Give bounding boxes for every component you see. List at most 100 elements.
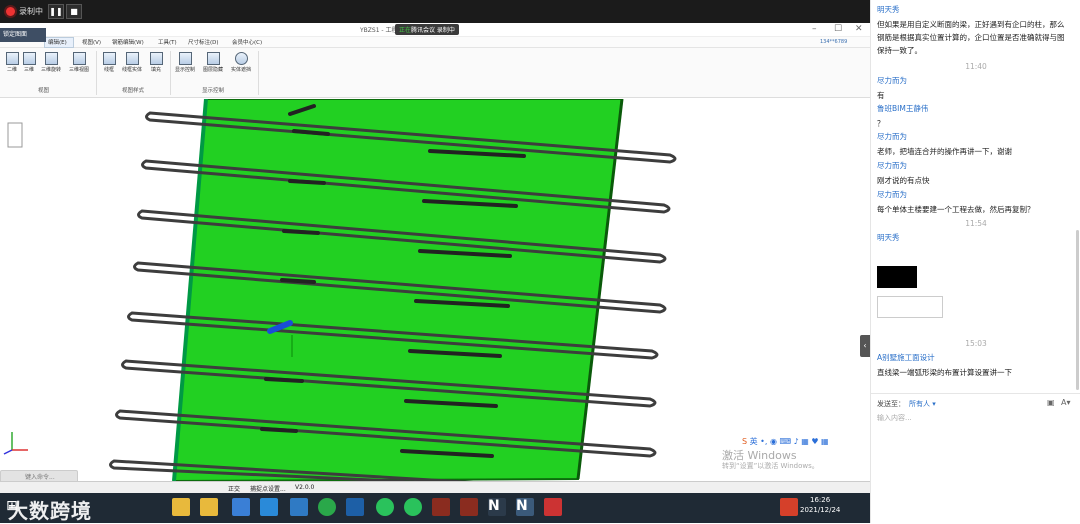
- menu-member-center[interactable]: 会员中心(C): [232, 38, 262, 46]
- browser-icon[interactable]: [318, 498, 336, 516]
- axis-gizmo-icon: [2, 426, 32, 458]
- layer-hide-button[interactable]: 图层隐藏: [202, 52, 224, 73]
- chat-image-thumbnail[interactable]: [877, 296, 943, 318]
- chat-composer: 发送至： 所有人 ▾ ▣ A▾ 输入内容...: [871, 393, 1080, 523]
- send-target-dropdown[interactable]: 所有人 ▾: [909, 399, 936, 409]
- recording-label: 录制中: [19, 7, 43, 16]
- wechat-icon[interactable]: [376, 498, 394, 516]
- chat-input[interactable]: 输入内容...: [877, 413, 912, 423]
- chat-scrollbar[interactable]: [1076, 230, 1079, 390]
- rebar-wall-model: [109, 99, 677, 493]
- ortho-mode[interactable]: 正交: [228, 484, 240, 493]
- view-3d-views-button[interactable]: 三维视图: [68, 52, 90, 73]
- menu-dimension[interactable]: 尺寸标注(D): [188, 38, 219, 46]
- app-titlebar: YBZS1 - 工程 正在腾讯会议 录制中 – ☐ ✕: [0, 23, 870, 37]
- chat-message: 有: [877, 91, 885, 100]
- ime-language: 英: [749, 437, 758, 446]
- group-label-view-style: 视图样式: [122, 88, 145, 94]
- view-3d-button[interactable]: 三维: [18, 52, 40, 73]
- cad-app-icon[interactable]: [460, 498, 478, 516]
- onenote-icon[interactable]: N: [488, 498, 506, 516]
- menu-tools[interactable]: 工具(T): [158, 38, 177, 46]
- notice-green: 正在: [399, 27, 412, 34]
- menu-rebar-edit[interactable]: 钢筋编辑(W): [112, 38, 144, 46]
- rebar-hook: [282, 229, 320, 235]
- wireframe-solid-button[interactable]: 线框实体: [121, 52, 143, 73]
- pause-recording-button[interactable]: ❚❚: [48, 4, 64, 19]
- ribbon-toolbar: 二维 三维 三维旋转 三维视图 线框 线框实体 填充 显示控制 图层隐藏 实体遮…: [0, 48, 870, 98]
- 3d-viewport[interactable]: 键入命令... S 英 •, ◉ ⌨ ♪ ▦ ♥ ▦ 激活 Windows 转到…: [0, 99, 870, 493]
- chat-message: 刚才说的有点快: [877, 176, 930, 185]
- cad-app-window: YBZS1 - 工程 正在腾讯会议 录制中 – ☐ ✕ 编辑(E) 视图(V) …: [0, 23, 870, 493]
- maximize-icon[interactable]: ☐: [834, 24, 842, 34]
- group-label-view: 视图: [38, 88, 50, 94]
- send-to-label: 发送至：: [877, 400, 905, 408]
- image-icon[interactable]: ▣: [1047, 398, 1055, 407]
- ribbon-separator: [170, 51, 171, 95]
- rebar-hook: [260, 427, 298, 433]
- rotate-3d-button[interactable]: 三维旋转: [40, 52, 62, 73]
- font-settings-icon[interactable]: A▾: [1061, 398, 1071, 407]
- ribbon-separator: [258, 51, 259, 95]
- button-label: 显示控制: [174, 67, 195, 73]
- search-icon[interactable]: [346, 498, 364, 516]
- chat-message: ？: [877, 119, 885, 128]
- chat-sender: 明天秀: [877, 233, 900, 242]
- lock-view-label[interactable]: 锁定图面: [0, 28, 46, 42]
- chat-sender: A别墅施工面设计: [877, 353, 935, 362]
- rebar-hook: [288, 179, 326, 185]
- cube-icon: [22, 52, 36, 65]
- display-control-icon: [178, 52, 192, 65]
- button-label: 填充: [150, 67, 161, 73]
- chat-sender: 尽力而为: [877, 190, 907, 199]
- app-icon[interactable]: [544, 498, 562, 516]
- panel-collapse-handle[interactable]: ‹: [860, 335, 870, 357]
- stop-recording-button[interactable]: ■: [66, 4, 82, 19]
- menu-view[interactable]: 视图(V): [82, 38, 101, 46]
- app-icon[interactable]: [290, 498, 308, 516]
- fill-button[interactable]: 填充: [145, 52, 167, 73]
- onenote-icon[interactable]: N: [516, 498, 534, 516]
- record-indicator-icon: [6, 7, 15, 16]
- minimize-icon[interactable]: –: [812, 24, 817, 34]
- group-label-display-control: 显示控制: [202, 88, 225, 94]
- brand-watermark: 大数跨境: [8, 499, 92, 523]
- button-label: 线框: [103, 67, 114, 73]
- solid-icon: [125, 52, 139, 65]
- sogou-icon: S: [742, 437, 748, 446]
- chat-message: 老师，把墙连合并的操作再讲一下，谢谢: [877, 147, 1012, 156]
- clock-time[interactable]: 16:26: [810, 496, 830, 504]
- folder-icon[interactable]: [200, 498, 218, 516]
- chat-sender: 鲁班BIM王静伟: [877, 104, 929, 113]
- view-navigation-icon[interactable]: [0, 117, 30, 157]
- menu-bar: 编辑(E) 视图(V) 钢筋编辑(W) 工具(T) 尺寸标注(D) 会员中心(C…: [0, 37, 870, 48]
- wireframe-button[interactable]: 线框: [98, 52, 120, 73]
- tray-app-icon[interactable]: [780, 498, 798, 516]
- app-icon[interactable]: [232, 498, 250, 516]
- folder-icon[interactable]: [172, 498, 190, 516]
- button-label: 实体遮挡: [230, 67, 251, 73]
- account-label[interactable]: 134**6789: [820, 39, 847, 45]
- chat-timestamp: 15:03: [965, 339, 987, 348]
- ime-tools-icon: •, ◉ ⌨ ♪ ▦ ♥ ▦: [760, 437, 829, 446]
- close-icon[interactable]: ✕: [855, 24, 863, 34]
- solid-occlusion-button[interactable]: 实体遮挡: [230, 52, 252, 73]
- fill-icon: [149, 52, 163, 65]
- display-control-button[interactable]: 显示控制: [174, 52, 196, 73]
- chat-image-thumbnail[interactable]: [877, 266, 917, 288]
- button-label: 图层隐藏: [202, 67, 223, 73]
- clock-date[interactable]: 2021/12/24: [800, 506, 840, 514]
- cad-app-icon[interactable]: [432, 498, 450, 516]
- status-bar: 正交 捕捉点设置... V2.0.0: [0, 481, 870, 493]
- wechat-icon[interactable]: [404, 498, 422, 516]
- menu-edit[interactable]: 编辑(E): [48, 38, 67, 46]
- chat-sender: 明天秀: [877, 5, 900, 14]
- chat-sender: 尽力而为: [877, 132, 907, 141]
- rebar-hook: [280, 278, 316, 284]
- chat-message: 每个单体主楼要建一个工程去做，然后再复制？: [877, 205, 1035, 214]
- layer-icon: [206, 52, 220, 65]
- snap-settings[interactable]: 捕捉点设置...: [250, 484, 286, 493]
- app-icon[interactable]: [260, 498, 278, 516]
- notice-text: 腾讯会议 录制中: [411, 27, 455, 34]
- grid-icon: [5, 52, 19, 65]
